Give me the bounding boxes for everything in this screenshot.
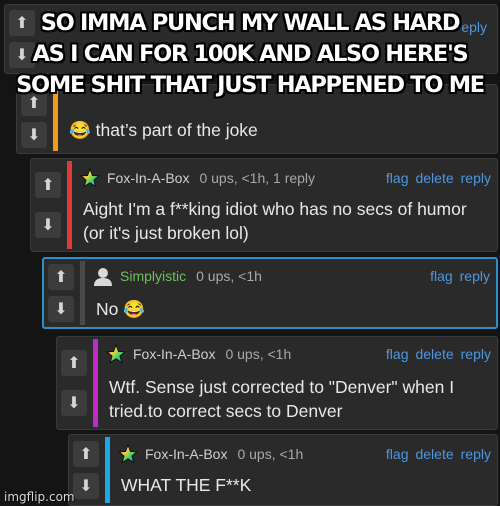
comment-content: Simplyistic 0 ups, <1h flag reply No 😂 (92, 259, 490, 327)
upvote-icon[interactable]: ⬆ (35, 172, 61, 199)
upvote-icon[interactable]: ⬆ (48, 264, 74, 291)
comment-header: Simplyistic 0 ups, <1h flag reply (92, 266, 490, 286)
comment-meta: 0 ups, <1h, 1 reply (199, 170, 316, 186)
comment-meta: 0 ups, <1h (237, 446, 304, 462)
delete-link[interactable]: delete (415, 170, 453, 186)
comment-header: Fox-In-A-Box 0 ups, <1h, 1 reply flag de… (79, 168, 491, 188)
comment-actions: flag delete reply (386, 170, 491, 186)
reply-link[interactable]: reply (461, 346, 491, 362)
thread-bar (67, 161, 72, 249)
comment-4: ⬆ ⬇ Fox-In-A-Box 0 ups, <1h flag delete … (56, 336, 498, 430)
rainbow-star-icon (79, 168, 101, 188)
vote-column: ⬆ ⬇ (44, 259, 78, 327)
comment-actions: flag delete reply (386, 346, 491, 362)
reply-link[interactable]: reply (460, 268, 490, 284)
comment-text: 😂 that’s part of the joke (69, 120, 258, 140)
downvote-icon[interactable]: ⬇ (48, 295, 74, 322)
username[interactable]: Fox-In-A-Box (133, 346, 215, 362)
flag-link[interactable]: flag (386, 170, 409, 186)
user-silhouette-icon (92, 266, 114, 286)
comment-2: ⬆ ⬇ Fox-In-A-Box 0 ups, <1h, 1 reply fla… (30, 158, 498, 252)
comment-actions: flag reply (430, 268, 490, 284)
reply-link[interactable]: reply (461, 446, 491, 462)
username[interactable]: Fox-In-A-Box (145, 446, 227, 462)
comment-content: Fox-In-A-Box 0 ups, <1h flag delete repl… (117, 435, 491, 505)
rainbow-star-icon (117, 444, 139, 464)
comment-meta: 0 ups, <1h (225, 346, 292, 362)
comment-actions: flag delete reply (386, 446, 491, 462)
comment-content: Fox-In-A-Box 0 ups, <1h, 1 reply flag de… (79, 159, 491, 251)
caption-line: SOME SHIT THAT JUST HAPPENED TO ME (16, 72, 485, 98)
comment-text: Wtf. Sense just corrected to "Denver" wh… (109, 377, 455, 421)
flag-link[interactable]: flag (430, 268, 453, 284)
vote-column: ⬆ ⬇ (57, 337, 91, 429)
thread-bar (105, 437, 110, 503)
upvote-icon[interactable]: ⬆ (73, 441, 99, 467)
thread-bar (80, 261, 85, 325)
comment-5: ⬆ ⬇ Fox-In-A-Box 0 ups, <1h flag delete … (68, 434, 498, 506)
username[interactable]: Fox-In-A-Box (107, 170, 189, 186)
downvote-icon[interactable]: ⬇ (61, 389, 87, 416)
username[interactable]: Simplyistic (120, 268, 186, 284)
comment-header: Fox-In-A-Box 0 ups, <1h flag delete repl… (117, 444, 491, 464)
downvote-icon[interactable]: ⬇ (73, 473, 99, 499)
flag-link[interactable]: flag (386, 446, 409, 462)
meme-caption: SO IMMA PUNCH MY WALL AS HARD AS I CAN F… (0, 8, 500, 101)
vote-column: ⬆ ⬇ (31, 159, 65, 251)
delete-link[interactable]: delete (415, 446, 453, 462)
comment-text: Aight I'm a f**king idiot who has no sec… (83, 199, 467, 243)
downvote-icon[interactable]: ⬇ (21, 121, 47, 148)
reply-link[interactable]: reply (461, 170, 491, 186)
imgflip-watermark: imgflip.com (4, 490, 75, 504)
comment-meta: 0 ups, <1h (196, 268, 262, 284)
delete-link[interactable]: delete (415, 346, 453, 362)
comment-text: WHAT THE F**K (121, 475, 252, 495)
comment-3: ⬆ ⬇ Simplyistic 0 ups, <1h flag reply No… (42, 257, 498, 329)
thread-bar (93, 339, 98, 427)
upvote-icon[interactable]: ⬆ (61, 350, 87, 377)
caption-line: SO IMMA PUNCH MY WALL AS HARD (40, 10, 461, 36)
comment-header: Fox-In-A-Box 0 ups, <1h flag delete repl… (105, 344, 491, 364)
rainbow-star-icon (105, 344, 127, 364)
downvote-icon[interactable]: ⬇ (35, 211, 61, 238)
flag-link[interactable]: flag (386, 346, 409, 362)
comment-content: Fox-In-A-Box 0 ups, <1h flag delete repl… (105, 337, 491, 429)
comment-text: No 😂 (96, 299, 146, 319)
caption-line: AS I CAN FOR 100K AND ALSO HERE'S (32, 41, 469, 67)
